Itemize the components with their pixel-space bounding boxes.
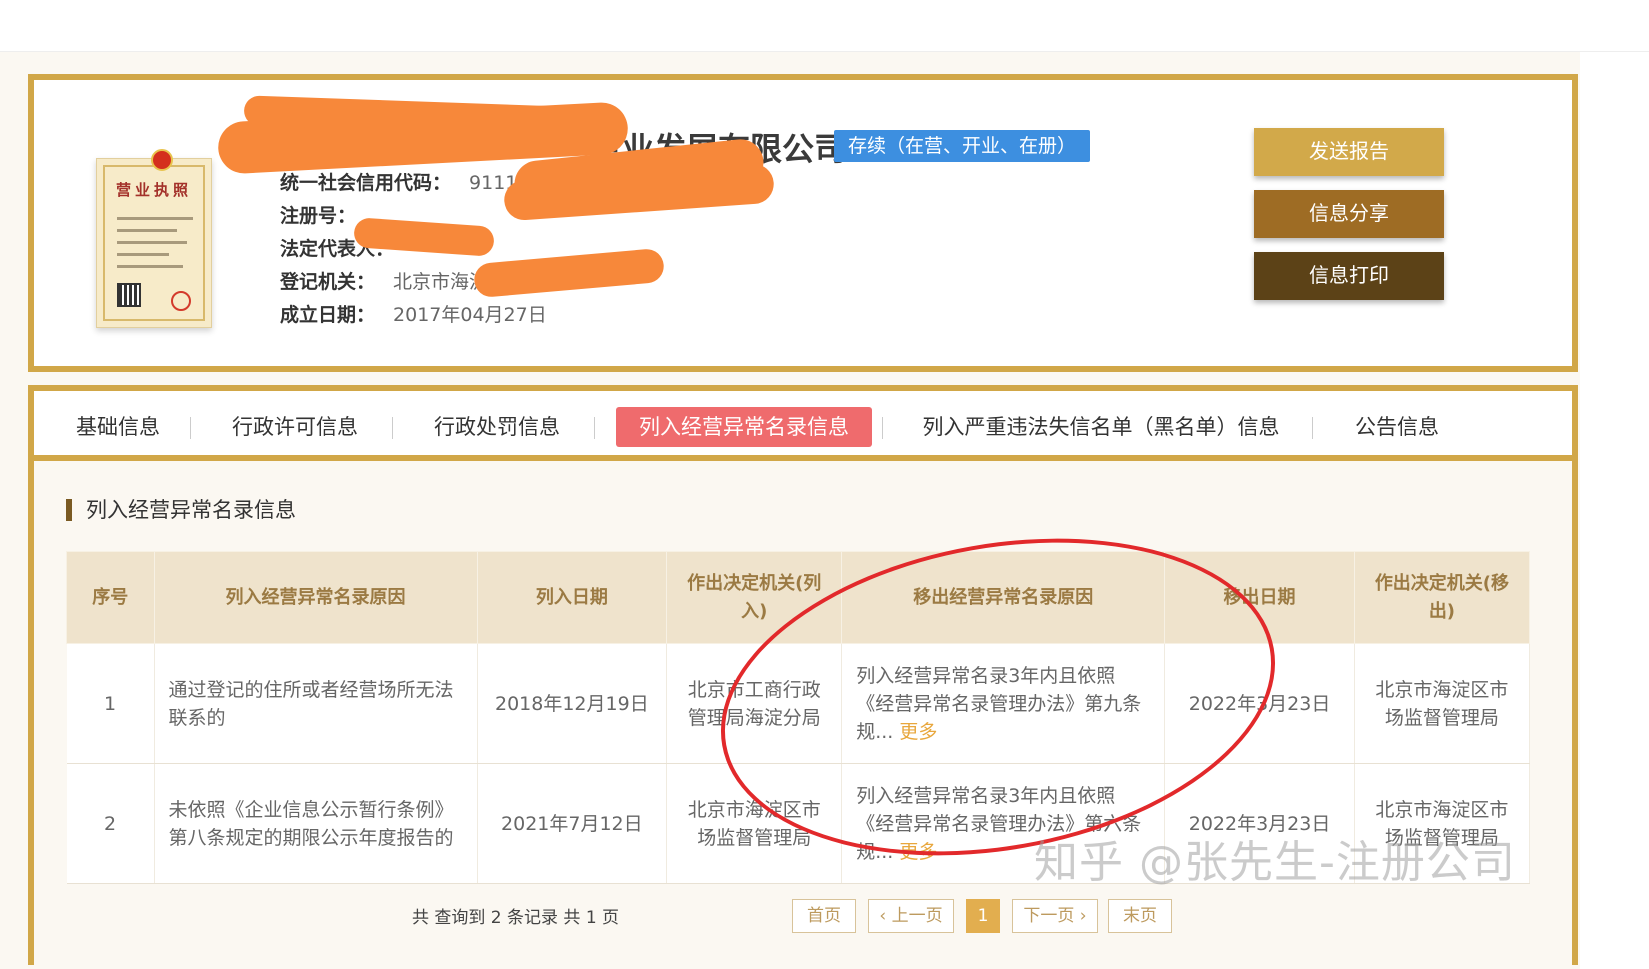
cell-date-out: 2022年3月23日 — [1164, 643, 1355, 764]
tab-basic-info[interactable]: 基础信息 — [70, 407, 166, 447]
cell-authority-out: 北京市海淀区市场监督管理局 — [1354, 763, 1531, 884]
section-title: 列入经营异常名录信息 — [66, 499, 296, 521]
info-registration-authority: 登记机关： 北京市海淀区 — [280, 271, 508, 293]
prev-page-button[interactable]: ‹ 上一页 — [868, 899, 954, 933]
more-link[interactable]: 更多 — [899, 841, 937, 863]
header-date-in: 列入日期 — [476, 551, 668, 644]
cell-no: 1 — [66, 643, 155, 764]
cell-authority-out: 北京市海淀区市场监督管理局 — [1354, 643, 1531, 764]
cell-authority-in: 北京市海淀区市场监督管理局 — [666, 763, 843, 884]
header-authority-in: 作出决定机关(列入) — [666, 551, 843, 644]
share-info-button[interactable]: 信息分享 — [1254, 190, 1444, 238]
first-page-button[interactable]: 首页 — [792, 899, 856, 933]
header-reason-out: 移出经营异常名录原因 — [841, 551, 1166, 644]
tab-announcements[interactable]: 公告信息 — [1352, 407, 1442, 447]
cell-date-out: 2022年3月23日 — [1164, 763, 1355, 884]
current-page-button[interactable]: 1 — [966, 899, 1000, 933]
last-page-button[interactable]: 末页 — [1108, 899, 1172, 933]
info-established-date: 成立日期： 2017年04月27日 — [280, 304, 547, 326]
header-reason-in: 列入经营异常名录原因 — [153, 551, 478, 644]
business-license-image: 营业执照 — [96, 149, 212, 328]
qr-code-icon — [117, 283, 141, 307]
pagination-summary: 共 查询到 2 条记录 共 1 页 — [412, 908, 620, 928]
cell-reason-in: 未依照《企业信息公示暂行条例》第八条规定的期限公示年度报告的 — [154, 763, 478, 884]
cell-no: 2 — [66, 763, 155, 884]
cell-authority-in: 北京市工商行政管理局海淀分局 — [666, 643, 843, 764]
send-report-button[interactable]: 发送报告 — [1254, 128, 1444, 176]
cell-date-in: 2021年7月12日 — [477, 763, 668, 884]
header-authority-out: 作出决定机关(移出) — [1353, 551, 1531, 644]
status-badge: 存续（在营、开业、在册） — [834, 130, 1091, 162]
tab-admin-penalty[interactable]: 行政处罚信息 — [432, 407, 562, 447]
redaction-mark — [472, 247, 666, 299]
cell-reason-out: 列入经营异常名录3年内且依照《经营异常名录管理办法》第九条规... 更多 — [841, 643, 1166, 764]
tab-admin-license[interactable]: 行政许可信息 — [230, 407, 360, 447]
national-emblem-icon — [151, 149, 173, 171]
cell-reason-in: 通过登记的住所或者经营场所无法联系的 — [154, 643, 478, 764]
header-date-out: 移出日期 — [1164, 551, 1355, 644]
print-info-button[interactable]: 信息打印 — [1254, 252, 1444, 300]
seal-icon — [171, 291, 191, 311]
tab-bar: 基础信息 行政许可信息 行政处罚信息 列入经营异常名录信息 列入严重违法失信名单… — [34, 391, 1572, 461]
cell-reason-out: 列入经营异常名录3年内且依照《经营异常名录管理办法》第六条规... 更多 — [841, 763, 1166, 884]
header-no: 序号 — [66, 551, 155, 644]
license-title: 营业执照 — [115, 181, 192, 199]
records-panel: 基础信息 行政许可信息 行政处罚信息 列入经营异常名录信息 列入严重违法失信名单… — [28, 385, 1578, 965]
tab-abnormal-list[interactable]: 列入经营异常名录信息 — [616, 407, 872, 447]
top-bar — [0, 0, 1649, 52]
abnormal-records-table: 序号 列入经营异常名录原因 列入日期 作出决定机关(列入) 移出经营异常名录原因… — [66, 551, 1531, 884]
company-card: 营业执照 企业发展有限公司 存续（在营、开业、在册） 统一社会信用代码：9111… — [28, 74, 1578, 372]
next-page-button[interactable]: 下一页 › — [1012, 899, 1098, 933]
info-credit-code: 统一社会信用代码： 9111 — [280, 172, 518, 194]
table-row: 2 未依照《企业信息公示暂行条例》第八条规定的期限公示年度报告的 2021年7月… — [66, 763, 1531, 884]
table-header-row: 序号 列入经营异常名录原因 列入日期 作出决定机关(列入) 移出经营异常名录原因… — [66, 551, 1531, 644]
cell-date-in: 2018年12月19日 — [477, 643, 668, 764]
more-link[interactable]: 更多 — [899, 721, 937, 743]
tab-blacklist[interactable]: 列入严重违法失信名单（黑名单）信息 — [920, 407, 1282, 447]
table-row: 1 通过登记的住所或者经营场所无法联系的 2018年12月19日 北京市工商行政… — [66, 643, 1531, 764]
